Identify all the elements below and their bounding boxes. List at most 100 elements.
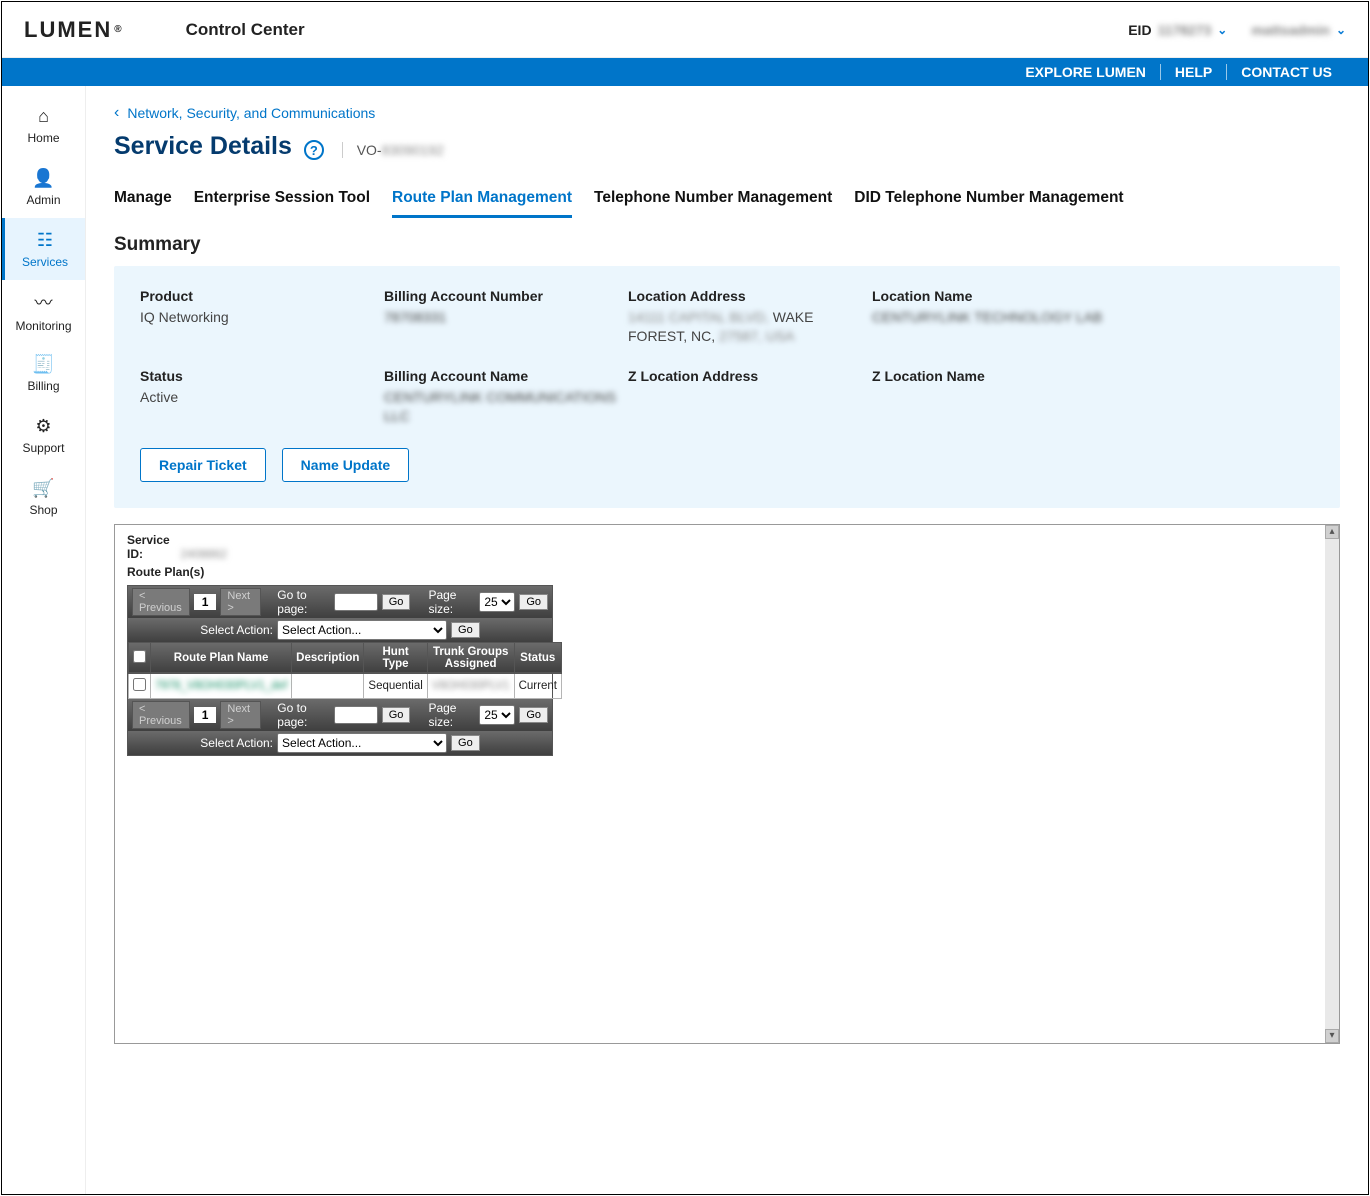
app-name: Control Center — [186, 20, 305, 40]
scroll-up-icon[interactable]: ▴ — [1325, 525, 1339, 539]
sidebar-label: Admin — [26, 193, 60, 207]
cell-trunk-groups: V8OH030PLV1 — [432, 680, 510, 692]
val-locname: CENTURYLINK TECHNOLOGY LAB — [872, 308, 1112, 327]
tab-manage[interactable]: Manage — [114, 189, 172, 218]
logo-text: LUMEN — [24, 17, 112, 43]
pagesize-go[interactable]: Go — [519, 594, 548, 610]
sidebar-item-monitoring[interactable]: 〰 Monitoring — [2, 280, 85, 342]
sidebar-label: Shop — [29, 503, 57, 517]
help-icon[interactable]: ? — [304, 140, 324, 160]
pagesize-label: Page size: — [428, 588, 475, 616]
lbl-baname: Billing Account Name — [384, 368, 624, 384]
prev-button[interactable]: < Previous — [132, 701, 190, 729]
route-plans-heading: Route Plan(s) — [127, 565, 1327, 579]
select-action-dropdown[interactable]: Select Action... — [277, 733, 447, 753]
val-ban: 78708331 — [384, 308, 624, 327]
goto-label: Go to page: — [277, 701, 329, 729]
activity-icon: 〰 — [35, 289, 53, 315]
goto-input[interactable] — [334, 593, 378, 611]
top-bar: LUMEN® Control Center EID 1178273 ⌄ matt… — [2, 2, 1368, 58]
eid-value: 1178273 — [1158, 22, 1212, 38]
col-trunk-groups: Trunk Groups Assigned — [427, 642, 514, 673]
breadcrumb[interactable]: ‹ Network, Security, and Communications — [114, 104, 1340, 122]
eid-label: EID — [1128, 22, 1151, 38]
logo: LUMEN® — [24, 17, 124, 43]
cell-status: Current — [514, 673, 561, 698]
page-number[interactable]: 1 — [194, 594, 217, 610]
scroll-down-icon[interactable]: ▾ — [1325, 1029, 1339, 1043]
col-status: Status — [514, 642, 561, 673]
chevron-down-icon: ⌄ — [1336, 23, 1346, 37]
goto-label: Go to page: — [277, 588, 329, 616]
page-title: Service Details — [114, 132, 292, 161]
lbl-locaddr: Location Address — [628, 288, 868, 304]
prev-button[interactable]: < Previous — [132, 588, 190, 616]
goto-go[interactable]: Go — [382, 707, 411, 723]
sidebar-item-shop[interactable]: 🛒 Shop — [2, 466, 85, 528]
sidebar-item-billing[interactable]: 🧾 Billing — [2, 342, 85, 404]
val-baname: CENTURYLINK COMMUNICATIONS LLC — [384, 388, 624, 426]
sidebar: ⌂ Home 👤Admin ☷ Services 〰 Monitoring 🧾 Bill… — [2, 86, 86, 1194]
name-update-button[interactable]: Name Update — [282, 448, 409, 482]
home-icon: ⌂ — [38, 106, 49, 127]
sidebar-label: Home — [27, 131, 59, 145]
goto-go[interactable]: Go — [382, 594, 411, 610]
sidebar-label: Billing — [27, 379, 59, 393]
val-locaddr: 14111 CAPITAL BLVD, WAKE FOREST, NC, 275… — [628, 308, 868, 346]
route-plan-table: Route Plan Name Description Hunt Type Tr… — [128, 642, 562, 699]
summary-box: ProductIQ Networking Billing Account Num… — [114, 266, 1340, 508]
cart-icon: 🛒 — [32, 478, 54, 499]
tabs: Manage Enterprise Session Tool Route Pla… — [114, 189, 1340, 218]
pagesize-go[interactable]: Go — [519, 707, 548, 723]
cell-hunt-type: Sequential — [364, 673, 427, 698]
tab-route-plan-management[interactable]: Route Plan Management — [392, 189, 572, 218]
page-number[interactable]: 1 — [194, 707, 217, 723]
select-all-checkbox[interactable] — [133, 650, 146, 663]
route-plan-name-link[interactable]: 7978_V8OH030PLV1_def — [155, 680, 287, 692]
next-button[interactable]: Next > — [220, 588, 261, 616]
action-go[interactable]: Go — [451, 735, 480, 751]
sidebar-item-support[interactable]: ⚙Support — [2, 404, 85, 466]
action-go[interactable]: Go — [451, 622, 480, 638]
chevron-left-icon: ‹ — [114, 104, 119, 122]
sidebar-label: Monitoring — [15, 319, 71, 333]
sidebar-item-services[interactable]: ☷ Services — [2, 218, 85, 280]
sidebar-item-home[interactable]: ⌂ Home — [2, 94, 85, 156]
row-checkbox[interactable] — [133, 678, 146, 691]
nav-help[interactable]: HELP — [1160, 64, 1226, 80]
tab-enterprise-session-tool[interactable]: Enterprise Session Tool — [194, 189, 370, 218]
route-plan-panel: Service ID: 2408862 Route Plan(s) < Prev… — [114, 524, 1340, 1044]
select-action-label: Select Action: — [200, 623, 273, 637]
pagesize-select[interactable]: 25 — [479, 592, 515, 612]
lbl-ban: Billing Account Number — [384, 288, 624, 304]
val-status: Active — [140, 388, 380, 407]
eid-menu[interactable]: EID 1178273 ⌄ mattsadmin ⌄ — [1128, 22, 1346, 38]
tab-did-telephone-number-management[interactable]: DID Telephone Number Management — [854, 189, 1123, 218]
invoice-icon: 🧾 — [32, 354, 54, 375]
val-product: IQ Networking — [140, 308, 380, 327]
gear-icon: ⚙ — [35, 416, 51, 437]
col-route-plan-name: Route Plan Name — [151, 642, 292, 673]
lbl-zlocaddr: Z Location Address — [628, 368, 868, 384]
table-row: 7978_V8OH030PLV1_def Sequential V8OH030P… — [129, 673, 562, 698]
nav-contact[interactable]: CONTACT US — [1226, 64, 1346, 80]
col-hunt-type: Hunt Type — [364, 642, 427, 673]
list-icon: ☷ — [37, 230, 53, 251]
utility-nav: EXPLORE LUMEN HELP CONTACT US — [2, 58, 1368, 86]
select-action-dropdown[interactable]: Select Action... — [277, 620, 447, 640]
sidebar-item-admin[interactable]: 👤Admin — [2, 156, 85, 218]
repair-ticket-button[interactable]: Repair Ticket — [140, 448, 266, 482]
breadcrumb-text: Network, Security, and Communications — [127, 105, 375, 121]
lbl-status: Status — [140, 368, 380, 384]
goto-input[interactable] — [334, 706, 378, 724]
nav-explore[interactable]: EXPLORE LUMEN — [1011, 64, 1160, 80]
cell-description — [292, 673, 364, 698]
pagesize-select[interactable]: 25 — [479, 705, 515, 725]
next-button[interactable]: Next > — [220, 701, 261, 729]
sidebar-label: Services — [22, 255, 68, 269]
tab-telephone-number-management[interactable]: Telephone Number Management — [594, 189, 832, 218]
select-action-label: Select Action: — [200, 736, 273, 750]
lbl-locname: Location Name — [872, 288, 1112, 304]
scrollbar[interactable]: ▴ ▾ — [1325, 525, 1339, 1043]
col-checkbox — [129, 642, 151, 673]
